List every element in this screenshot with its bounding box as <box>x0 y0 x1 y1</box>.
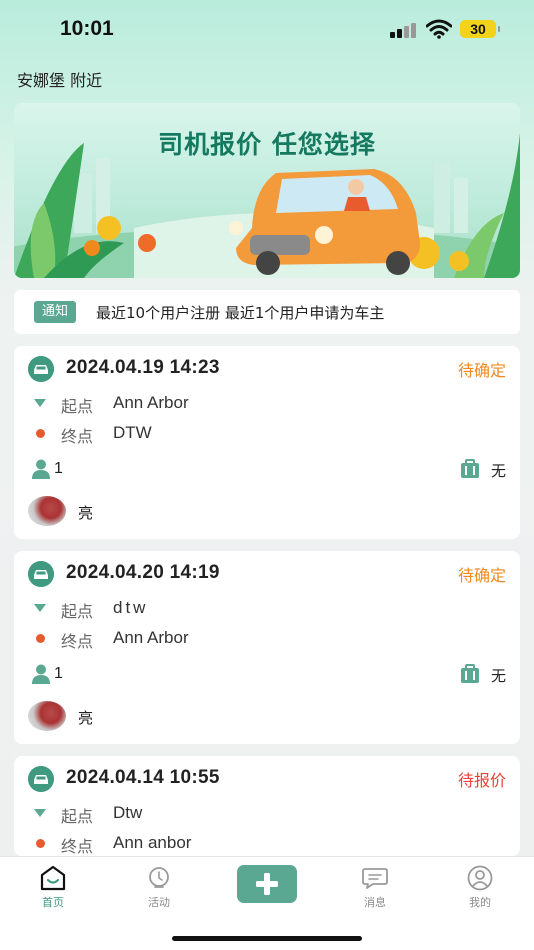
tab-home[interactable]: 首页 <box>23 865 83 910</box>
trip-card[interactable]: 2024.04.14 10:55 待报价 起点 Dtw 终点 Ann anbor <box>14 756 520 856</box>
promo-banner[interactable]: 司机报价 任您选择 <box>14 103 520 278</box>
start-location: Ann Arbor <box>113 393 189 412</box>
home-indicator <box>172 936 362 941</box>
start-location: Dtw <box>113 803 143 822</box>
location-label[interactable]: 安娜堡 附近 <box>17 67 102 91</box>
notice-tag: 通知 <box>34 301 77 323</box>
passenger-count: 1 <box>54 665 63 682</box>
tab-messages-label: 消息 <box>364 896 386 909</box>
car-icon <box>28 356 54 382</box>
tab-activity-label: 活动 <box>148 896 170 909</box>
start-marker-icon <box>34 809 46 817</box>
start-marker-icon <box>34 399 46 407</box>
person-icon <box>32 459 50 479</box>
end-location: Ann Arbor <box>113 628 189 647</box>
tab-mine[interactable]: 我的 <box>450 865 510 910</box>
person-icon <box>32 664 50 684</box>
notice-text: 最近10个用户注册 最近1个用户申请为车主 <box>96 304 385 322</box>
cellular-signal-icon <box>390 22 418 38</box>
battery-icon: 30 <box>460 20 500 38</box>
tab-mine-label: 我的 <box>469 896 491 909</box>
message-icon <box>362 868 388 889</box>
wifi-icon <box>426 19 452 39</box>
home-icon <box>40 865 66 891</box>
status-time: 10:01 <box>60 17 114 40</box>
end-marker-icon <box>36 429 45 438</box>
luggage-value: 无 <box>490 462 506 480</box>
luggage-icon <box>461 459 479 478</box>
profile-icon <box>467 865 493 891</box>
car-icon <box>28 561 54 587</box>
start-label: 起点 <box>61 602 94 621</box>
trip-status: 待确定 <box>457 566 506 585</box>
luggage-icon <box>461 664 479 683</box>
end-location: DTW <box>113 423 152 442</box>
car-icon <box>28 766 54 792</box>
trip-status: 待确定 <box>457 361 506 380</box>
passenger-count: 1 <box>54 460 63 477</box>
notice-bar[interactable]: 通知 最近10个用户注册 最近1个用户申请为车主 <box>14 290 520 334</box>
trip-datetime: 2024.04.14 10:55 <box>66 767 220 788</box>
tab-home-label: 首页 <box>42 896 64 909</box>
end-label: 终点 <box>61 837 94 856</box>
start-label: 起点 <box>61 807 94 826</box>
end-location: Ann anbor <box>113 833 192 852</box>
tab-messages[interactable]: 消息 <box>345 865 405 910</box>
end-marker-icon <box>36 839 45 848</box>
start-label: 起点 <box>61 397 94 416</box>
add-trip-button[interactable] <box>237 865 297 903</box>
trip-status: 待报价 <box>457 771 506 790</box>
tab-activity[interactable]: 活动 <box>129 865 189 910</box>
banner-title: 司机报价 任您选择 <box>158 130 376 159</box>
end-marker-icon <box>36 634 45 643</box>
driver-name: 亮 <box>78 504 94 522</box>
trip-card[interactable]: 2024.04.20 14:19 待确定 起点 dtw 终点 Ann Arbor… <box>14 551 520 744</box>
trip-datetime: 2024.04.20 14:19 <box>66 562 220 583</box>
activity-icon <box>149 867 169 888</box>
trip-datetime: 2024.04.19 14:23 <box>66 357 220 378</box>
status-bar: 10:01 30 <box>0 0 534 58</box>
driver-name: 亮 <box>78 709 94 727</box>
end-label: 终点 <box>61 427 94 446</box>
trip-card[interactable]: 2024.04.19 14:23 待确定 起点 Ann Arbor 终点 DTW… <box>14 346 520 539</box>
plus-icon <box>256 873 278 895</box>
end-label: 终点 <box>61 632 94 651</box>
driver-avatar[interactable] <box>28 496 66 526</box>
driver-avatar[interactable] <box>28 701 66 731</box>
start-location: dtw <box>113 598 149 617</box>
start-marker-icon <box>34 604 46 612</box>
luggage-value: 无 <box>490 667 506 685</box>
